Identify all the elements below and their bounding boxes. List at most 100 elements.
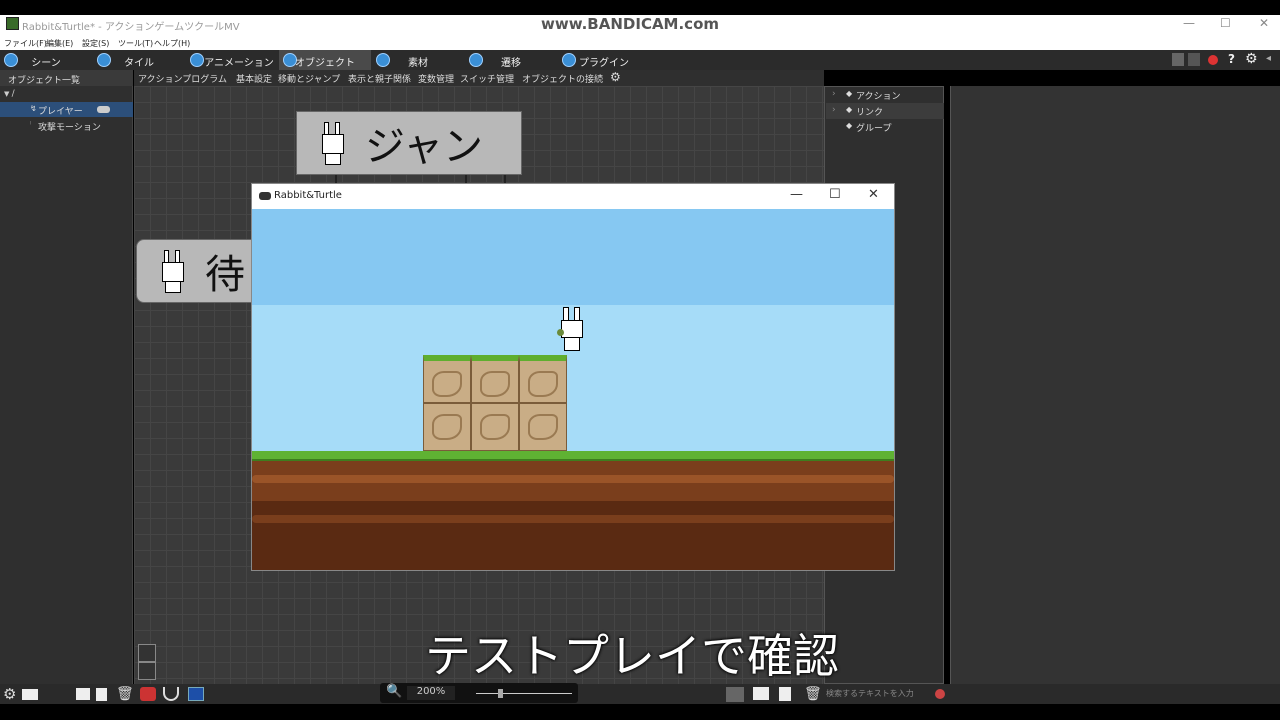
ctab-move-jump[interactable]: 移動とジャンプ — [278, 72, 340, 85]
tab-transition[interactable]: 遷移 — [465, 50, 557, 70]
folder-icon: ◆ — [846, 89, 853, 98]
app-title-bar: Rabbit&Turtle* - アクションゲームツクールMV www.BAND… — [0, 15, 1280, 35]
tree-root[interactable]: ▼ / — [4, 89, 15, 99]
add-folder-icon[interactable] — [753, 687, 769, 700]
chevron-right-icon: › — [832, 105, 836, 115]
minimize-button[interactable]: — — [1183, 16, 1195, 30]
ctab-object-connection[interactable]: オブジェクトの接続 — [522, 72, 603, 85]
gear-icon[interactable]: ⚙ — [610, 70, 621, 84]
node-connector — [504, 175, 506, 183]
tab-plugin[interactable]: プラグイン — [558, 50, 650, 70]
gamepad-icon — [259, 192, 271, 200]
palette-item-action[interactable]: › ◆ アクション — [826, 87, 944, 103]
trash-icon[interactable]: 🗑 — [116, 686, 134, 702]
object-list-panel: オブジェクト一覧 ▼ / ↯ プレイヤー ˡ 攻撃モーション — [0, 70, 133, 684]
magnet-icon[interactable] — [163, 687, 179, 701]
sub-icon: ˡ — [30, 120, 32, 129]
trash-icon[interactable]: 🗑 — [804, 686, 822, 702]
status-bar: ⚙ 🗑 🗑 検索するテキストを入力 — [0, 644, 1280, 704]
test-play-title-bar: Rabbit&Turtle — ☐ ✕ — [252, 184, 894, 209]
palette-item-group[interactable]: ◆ グループ — [826, 119, 944, 135]
zoom-control[interactable]: 🔍 200% — [380, 683, 578, 703]
rock-block — [519, 403, 567, 451]
grid-icon[interactable] — [188, 687, 204, 701]
ctab-variables[interactable]: 変数管理 — [418, 72, 454, 85]
ground-grass — [252, 451, 894, 461]
tab-object[interactable]: オブジェクト — [279, 50, 371, 70]
gamepad-icon — [97, 106, 110, 113]
zoom-value[interactable]: 200% — [407, 686, 455, 700]
layout-icon[interactable] — [22, 689, 38, 700]
object-list-header: オブジェクト一覧 — [0, 70, 133, 86]
stop-icon[interactable] — [1188, 53, 1200, 66]
menu-edit[interactable]: 編集(E) — [46, 38, 73, 49]
canvas-tab-bar: アクションプログラム 基本設定 移動とジャンプ 表示と親子関係 変数管理 スイッ… — [134, 70, 824, 86]
object-item-player[interactable]: ↯ プレイヤー — [0, 102, 133, 117]
test-play-window[interactable]: Rabbit&Turtle — ☐ ✕ — [251, 183, 895, 571]
ctab-display-parent[interactable]: 表示と親子関係 — [348, 72, 411, 85]
grass-block — [423, 355, 471, 403]
node-connector — [335, 175, 337, 183]
video-subtitle: テストプレイで確認 — [425, 629, 839, 683]
zoom-icon: 🔍 — [386, 684, 403, 699]
tab-scene[interactable]: シーン — [0, 50, 92, 70]
menu-help[interactable]: ヘルプ(H) — [154, 38, 190, 49]
game-scene[interactable] — [252, 209, 894, 570]
node-label-wait: 待 — [205, 252, 245, 298]
zoom-slider-handle[interactable] — [498, 689, 503, 698]
settings-icon[interactable]: ⚙ — [1245, 51, 1258, 67]
window-title: Rabbit&Turtle* - アクションゲームツクールMV — [22, 22, 240, 33]
redo-icon[interactable] — [138, 662, 156, 680]
rock-block — [471, 403, 519, 451]
chevron-right-icon: › — [832, 89, 836, 99]
add-object-icon[interactable] — [96, 688, 107, 701]
link-icon: ↯ — [30, 104, 37, 113]
action-node-wait[interactable]: 待 — [136, 239, 256, 303]
test-play-close-button[interactable]: ✕ — [868, 187, 879, 202]
add-item-icon[interactable] — [779, 687, 791, 701]
clear-search-icon[interactable] — [935, 689, 945, 699]
pen-icon[interactable] — [138, 644, 156, 662]
record-icon[interactable] — [1208, 55, 1218, 65]
test-play-maximize-button[interactable]: ☐ — [829, 187, 841, 202]
folder-icon: ◆ — [846, 105, 853, 114]
grass-block — [519, 355, 567, 403]
maximize-button[interactable]: ☐ — [1220, 16, 1231, 30]
grass-block — [471, 355, 519, 403]
rabbit-icon — [321, 122, 345, 166]
ctab-basic-settings[interactable]: 基本設定 — [236, 72, 272, 85]
zoom-slider[interactable] — [476, 693, 572, 694]
action-node-jump[interactable]: ジャンプ — [296, 111, 522, 228]
ctab-action-program[interactable]: アクションプログラム — [138, 72, 227, 85]
close-button[interactable]: ✕ — [1259, 16, 1269, 30]
app-icon — [6, 17, 19, 30]
ground-dirt-lower — [252, 501, 894, 570]
recording-watermark: www.BANDICAM.com — [541, 15, 720, 33]
tab-tile[interactable]: タイル — [93, 50, 185, 70]
menu-arrow-icon[interactable]: ◂ — [1266, 53, 1271, 64]
main-tab-bar: シーン タイル アニメーション オブジェクト 素材 遷移 プラグイン ? ⚙ ◂ — [0, 50, 1280, 70]
rock-block — [423, 403, 471, 451]
menu-settings[interactable]: 設定(S) — [82, 38, 109, 49]
test-play-minimize-button[interactable]: — — [790, 187, 803, 202]
palette-item-link[interactable]: › ◆ リンク — [826, 103, 944, 119]
node-connector — [465, 175, 467, 183]
tree-expand-icon: ▼ — [4, 90, 12, 98]
record-icon[interactable] — [140, 687, 156, 701]
rabbit-icon — [161, 250, 185, 294]
object-item-attack-motion[interactable]: ˡ 攻撃モーション — [0, 118, 133, 133]
tab-animation[interactable]: アニメーション — [186, 50, 278, 70]
tab-material[interactable]: 素材 — [372, 50, 464, 70]
add-folder-icon[interactable] — [76, 688, 90, 700]
menu-file[interactable]: ファイル(F) — [4, 38, 47, 49]
ground-dirt-upper — [252, 461, 894, 501]
search-input[interactable]: 検索するテキストを入力 — [824, 685, 932, 700]
play-icon[interactable] — [1172, 53, 1184, 66]
menu-tools[interactable]: ツール(T) — [118, 38, 153, 49]
ctab-switches[interactable]: スイッチ管理 — [460, 72, 514, 85]
menu-bar: ファイル(F) 編集(E) 設定(S) ツール(T) ヘルプ(H) — [0, 35, 1280, 50]
properties-panel — [950, 86, 1280, 684]
help-icon[interactable]: ? — [1228, 52, 1235, 66]
settings-icon[interactable]: ⚙ — [3, 685, 16, 703]
list-icon[interactable] — [726, 687, 744, 702]
